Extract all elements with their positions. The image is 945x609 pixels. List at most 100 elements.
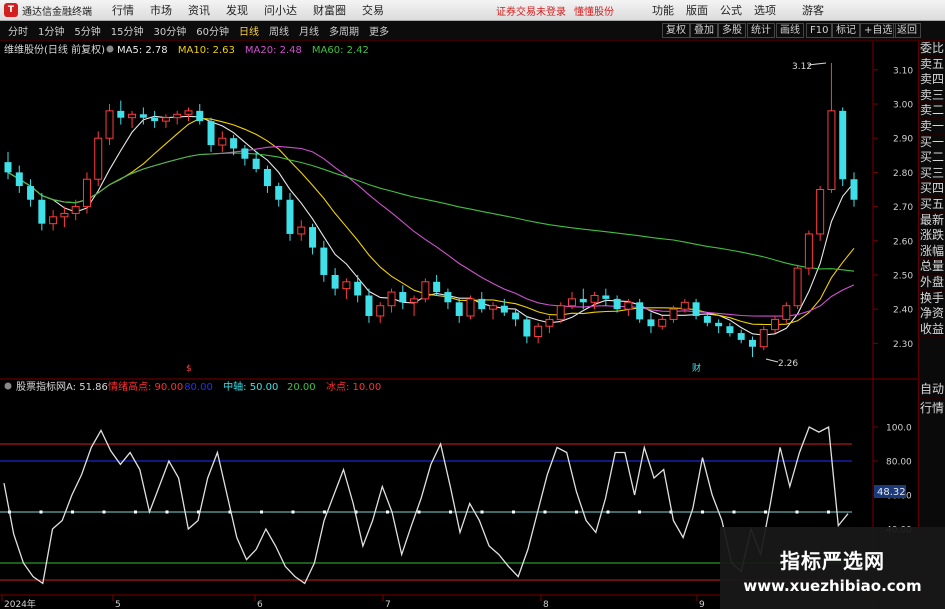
quote-item[interactable]: 换手 — [919, 291, 945, 307]
login-warning[interactable]: 证券交易未登录 — [496, 3, 566, 18]
menu-formula[interactable]: 公式 — [720, 2, 742, 18]
indicator-side-item[interactable]: 行情 — [919, 399, 945, 418]
menu-trade[interactable]: 交易 — [362, 2, 384, 18]
quote-item[interactable]: 卖三 — [919, 88, 945, 104]
candle-body-up — [297, 226, 306, 235]
mid-line-dot — [795, 510, 799, 514]
period-tab[interactable]: 5分钟 — [72, 23, 102, 38]
menu-market-quotes[interactable]: 行情 — [112, 2, 134, 18]
statistics-button[interactable]: 统计 — [747, 23, 775, 38]
candle-body-up — [590, 294, 599, 303]
indicator-legend-item: 80.00 — [184, 382, 213, 393]
period-tab[interactable]: 月线 — [297, 23, 321, 38]
menu-ask[interactable]: 问小达 — [264, 2, 297, 18]
mark-button[interactable]: 标记 — [832, 23, 860, 38]
candle-body-down — [647, 319, 655, 327]
candle-body-up — [759, 329, 768, 348]
quote-item[interactable]: 总量 — [919, 259, 945, 275]
quote-item[interactable]: 最新 — [919, 213, 945, 229]
menu-discover[interactable]: 发现 — [226, 2, 248, 18]
event-marker-finance[interactable]: 财 — [692, 362, 701, 374]
period-tab[interactable]: 周线 — [267, 23, 291, 38]
candle-body-down — [320, 247, 328, 275]
period-toolbar: 分时 1分钟 5分钟 15分钟 30分钟 60分钟 日线 周线 月线 多周期 更… — [0, 21, 945, 41]
menu-functions[interactable]: 功能 — [652, 2, 674, 18]
candle-body-up — [82, 178, 91, 208]
account-label[interactable]: 懂懂股份 — [574, 3, 614, 18]
candle-body-down — [15, 172, 23, 187]
menu-wealth[interactable]: 财富圈 — [313, 2, 346, 18]
period-tab[interactable]: 多周期 — [327, 23, 361, 38]
quote-item[interactable]: 买三 — [919, 166, 945, 182]
quote-item[interactable]: 卖四 — [919, 72, 945, 88]
mid-line-dot — [323, 510, 326, 514]
candle-body-down — [196, 110, 204, 122]
candle-body-up — [658, 318, 667, 327]
candle-body-up — [804, 233, 813, 269]
event-marker-dividend[interactable]: $ — [186, 364, 192, 374]
candle-body-up — [49, 216, 58, 225]
price-tick-label: 2.40 — [893, 306, 913, 316]
mid-line-dot — [134, 510, 137, 514]
menu-layout[interactable]: 版面 — [686, 2, 708, 18]
quote-item[interactable]: 买二 — [919, 150, 945, 166]
quote-item[interactable]: 净资 — [919, 306, 945, 322]
candle-body-up — [793, 267, 802, 307]
period-tab[interactable]: 1分钟 — [36, 23, 66, 38]
indicator-tick-label: 100.0 — [886, 424, 912, 434]
period-tab-active[interactable]: 日线 — [237, 23, 261, 38]
period-tab[interactable]: 15分钟 — [109, 23, 146, 38]
settings-dot-icon[interactable] — [106, 45, 114, 53]
quote-item[interactable]: 涨跌 — [919, 228, 945, 244]
quote-item[interactable]: 卖二 — [919, 103, 945, 119]
quote-item[interactable]: 委比 — [919, 41, 945, 57]
ma-legend-item: MA20: 2.48 — [245, 45, 302, 56]
f10-button[interactable]: F10 — [806, 23, 833, 38]
quote-item[interactable]: 外盘 — [919, 275, 945, 291]
period-tab-more[interactable]: 更多 — [367, 23, 391, 38]
period-tab[interactable]: 30分钟 — [151, 23, 188, 38]
candle-body-down — [726, 326, 734, 334]
indicator-settings-icon[interactable] — [4, 382, 12, 390]
candle-body-up — [421, 281, 430, 300]
back-button[interactable]: 返回 — [893, 23, 921, 38]
candle-body-down — [602, 295, 610, 299]
candle-body-down — [500, 305, 508, 313]
quote-item[interactable]: 买五 — [919, 197, 945, 213]
candle-body-down — [579, 298, 587, 303]
candle-body-up — [387, 291, 396, 307]
period-tab[interactable]: 60分钟 — [194, 23, 231, 38]
period-tab[interactable]: 分时 — [6, 23, 30, 38]
add-watchlist-button[interactable]: +自选 — [860, 23, 897, 38]
kline-chart[interactable]: 维维股份(日线 前复权) MA5: 2.78 MA10: 2.63 MA20: 2.… — [0, 41, 918, 609]
menu-news[interactable]: 资讯 — [188, 2, 210, 18]
candle-body-down — [613, 298, 621, 310]
candle-body-up — [161, 117, 170, 122]
quote-item[interactable]: 卖一 — [919, 119, 945, 135]
price-tick-label: 2.30 — [893, 340, 913, 350]
draw-line-button[interactable]: 画线 — [776, 23, 804, 38]
adjust-button[interactable]: 复权 — [662, 23, 690, 38]
quote-item[interactable]: 买一 — [919, 135, 945, 151]
candle-body-up — [489, 305, 498, 310]
guest-user[interactable]: 游客 — [802, 2, 824, 18]
menu-market[interactable]: 市场 — [150, 2, 172, 18]
indicator-side-item[interactable]: 自动 — [919, 380, 945, 399]
candle-body-down — [523, 319, 531, 337]
quote-item[interactable]: 卖五 — [919, 57, 945, 73]
overlay-button[interactable]: 叠加 — [690, 23, 718, 38]
menu-options[interactable]: 选项 — [754, 2, 776, 18]
stock-title: 维维股份(日线 前复权) — [4, 43, 105, 56]
candle-body-up — [816, 188, 825, 235]
mid-line-dot — [102, 510, 106, 514]
time-tick-label: 5 — [115, 600, 121, 609]
multi-stock-button[interactable]: 多股 — [718, 23, 746, 38]
quote-side-panel: 委比 卖五 卖四 卖三 卖二 卖一 买一 买二 买三 买四 买五 最新 涨跌 涨幅 总量 外盘 换手 净资 收益 — [918, 41, 945, 380]
quote-item[interactable]: 收益 — [919, 322, 945, 338]
candle-body-up — [545, 318, 554, 327]
quote-item[interactable]: 买四 — [919, 181, 945, 197]
quote-item[interactable]: 涨幅 — [919, 244, 945, 260]
candle-body-down — [703, 315, 711, 323]
candle-body-up — [556, 305, 565, 320]
mid-line-dot — [732, 510, 736, 514]
